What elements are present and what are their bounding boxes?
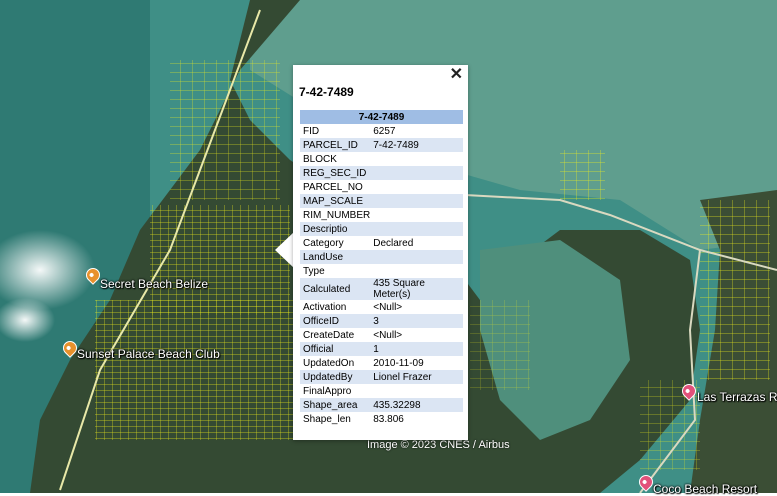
- table-row: OfficeID 3: [300, 314, 463, 328]
- parcel-grid: [150, 205, 290, 315]
- field-name: CreateDate: [303, 329, 355, 341]
- field-name: FID: [303, 125, 320, 137]
- parcel-grid: [95, 300, 295, 440]
- field-name: Category: [303, 237, 344, 249]
- field-name: Shape_area: [300, 398, 371, 412]
- field-value: 1: [370, 342, 463, 356]
- field-name: PARCEL_ID: [300, 138, 371, 152]
- field-value: [370, 264, 463, 278]
- field-name: PARCEL_NO: [303, 181, 363, 193]
- field-name: LandUse: [300, 250, 371, 264]
- parcel-grid: [560, 150, 605, 200]
- table-row: FinalAppro: [300, 384, 463, 398]
- table-row: PARCEL_ID 7-42-7489: [300, 138, 463, 152]
- table-row: Descriptio: [300, 222, 463, 236]
- field-value: 7-42-7489: [370, 138, 463, 152]
- place-label[interactable]: Secret Beach Belize: [100, 277, 208, 291]
- feature-info-popup: ✕ 7-42-7489 7-42-7489 FID 6257 PARCEL_ID 7-…: [293, 65, 468, 440]
- field-name: Shape_len: [303, 413, 351, 425]
- field-value: [370, 208, 463, 222]
- field-value: Declared: [373, 237, 414, 249]
- field-value: <Null>: [373, 301, 403, 313]
- field-name: Calculated: [300, 278, 371, 300]
- place-label[interactable]: Sunset Palace Beach Club: [77, 347, 220, 361]
- close-icon[interactable]: ✕: [450, 66, 463, 84]
- field-name: BLOCK: [303, 153, 337, 165]
- table-row: Category Declared: [300, 236, 463, 250]
- field-value: 3: [370, 314, 463, 328]
- table-header: 7-42-7489: [300, 110, 463, 124]
- field-value: [370, 194, 463, 208]
- field-name: Activation: [303, 301, 347, 313]
- field-value: Lionel Frazer: [370, 370, 463, 384]
- attribute-table: 7-42-7489 FID 6257 PARCEL_ID 7-42-7489 BLOCK…: [300, 110, 463, 426]
- table-row: Official 1: [300, 342, 463, 356]
- table-row: Activation <Null>: [300, 300, 463, 314]
- parcel-grid: [700, 200, 770, 380]
- table-row: LandUse: [300, 250, 463, 264]
- field-name: OfficeID: [300, 314, 371, 328]
- field-name: MAP_SCALE: [300, 194, 371, 208]
- table-row: REG_SEC_ID: [300, 166, 463, 180]
- field-name: FinalAppro: [303, 385, 352, 397]
- table-row: UpdatedOn 2010-11-09: [300, 356, 463, 370]
- table-row: Type: [300, 264, 463, 278]
- table-row: MAP_SCALE: [300, 194, 463, 208]
- table-row: RIM_NUMBER: [300, 208, 463, 222]
- field-name: Official: [300, 342, 371, 356]
- field-name: Type: [303, 265, 325, 277]
- table-row: FID 6257: [300, 124, 463, 138]
- field-name: REG_SEC_ID: [300, 166, 371, 180]
- place-label[interactable]: Las Terrazas Re: [697, 390, 777, 404]
- parcel-grid: [170, 60, 280, 200]
- map-attribution: Image © 2023 CNES / Airbus: [367, 439, 510, 451]
- popup-title: 7-42-7489: [299, 85, 354, 99]
- place-label[interactable]: Coco Beach Resort: [653, 482, 757, 496]
- field-name: UpdatedBy: [300, 370, 371, 384]
- parcel-grid: [470, 300, 530, 390]
- table-row: Shape_area 435.32298: [300, 398, 463, 412]
- table-row: CreateDate <Null>: [300, 328, 463, 342]
- field-name: UpdatedOn: [303, 357, 355, 369]
- field-value: [370, 166, 463, 180]
- field-name: Descriptio: [300, 222, 371, 236]
- field-value: 6257: [373, 125, 396, 137]
- field-value: <Null>: [373, 329, 403, 341]
- field-name: RIM_NUMBER: [303, 209, 371, 221]
- field-value: [370, 180, 463, 194]
- table-row: Calculated 435 Square Meter(s): [300, 278, 463, 300]
- field-value: 435 Square Meter(s): [370, 278, 463, 300]
- table-row: UpdatedBy Lionel Frazer: [300, 370, 463, 384]
- field-value: 435.32298: [370, 398, 463, 412]
- field-value: [370, 250, 463, 264]
- table-row: Shape_len 83.806: [300, 412, 463, 426]
- field-value: [370, 222, 463, 236]
- table-row: BLOCK: [300, 152, 463, 166]
- field-value: 2010-11-09: [373, 357, 424, 369]
- field-value: [370, 152, 463, 166]
- popup-pointer: [275, 232, 294, 268]
- table-row: PARCEL_NO: [300, 180, 463, 194]
- field-value: [370, 384, 463, 398]
- field-value: 83.806: [373, 413, 404, 425]
